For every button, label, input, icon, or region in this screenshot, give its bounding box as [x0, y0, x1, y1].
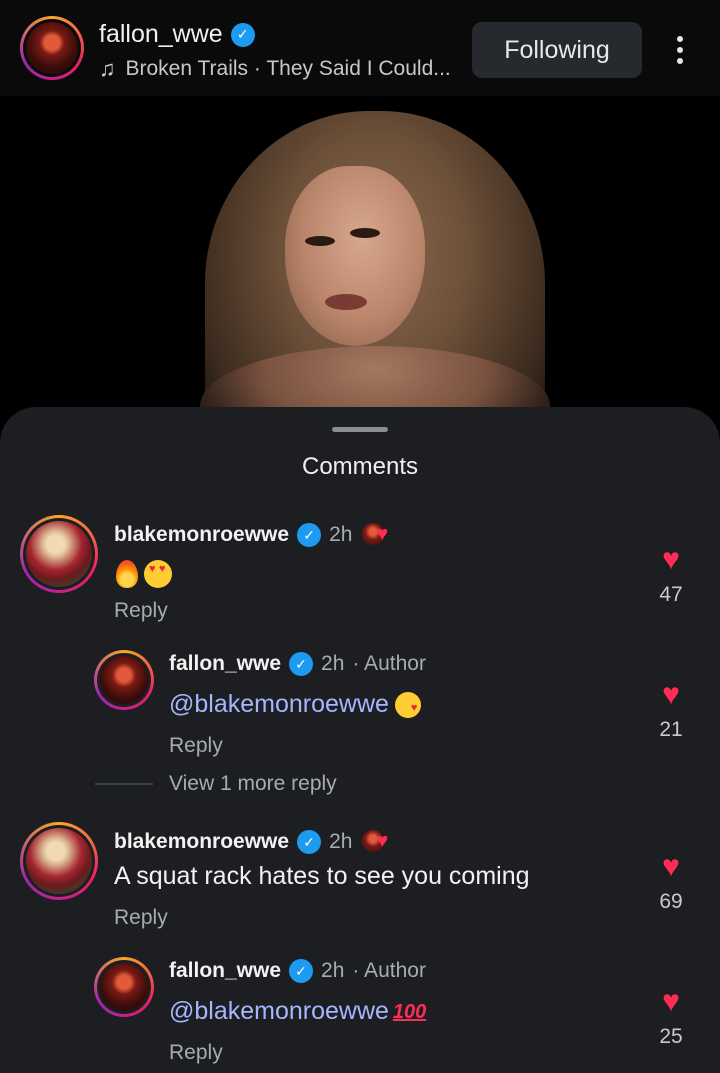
- like-count: 25: [659, 1025, 683, 1048]
- post-image[interactable]: [0, 96, 720, 426]
- following-button[interactable]: Following: [472, 22, 642, 78]
- comments-sheet: Comments blakemonroewwe ✓ 2h ♥ Reply ♥ 4…: [0, 407, 720, 1073]
- view-more-label[interactable]: View 1 more reply: [169, 772, 337, 796]
- fire-emoji-icon: [116, 560, 138, 589]
- comment-text: @blakemonroewwe: [169, 690, 421, 719]
- liked-by-author-icon: ♥: [360, 828, 396, 856]
- commenter-avatar[interactable]: [20, 515, 98, 593]
- comment-text: @blakemonroewwe 100: [169, 997, 426, 1026]
- verified-badge-icon: ✓: [289, 652, 314, 676]
- reply-button[interactable]: Reply: [169, 734, 223, 758]
- kiss-emoji-icon: [394, 692, 421, 719]
- commenter-avatar[interactable]: [94, 957, 154, 1017]
- comment-time: 2h: [321, 652, 345, 675]
- sheet-title: Comments: [301, 453, 419, 480]
- commenter-avatar[interactable]: [20, 822, 98, 900]
- like-button[interactable]: ♥ 25: [646, 987, 696, 1049]
- comment-header: blakemonroewwe ✓ 2h ♥: [114, 828, 396, 856]
- reply-button[interactable]: Reply: [114, 599, 168, 623]
- author-username[interactable]: fallon_wwe: [99, 20, 223, 49]
- like-count: 47: [659, 583, 683, 606]
- verified-badge-icon: ✓: [289, 959, 314, 983]
- author-label: · Author: [352, 959, 426, 982]
- post-header: fallon_wwe ✓ ♫ Broken Trails · They Said…: [0, 0, 720, 96]
- hundred-emoji-icon: 100: [392, 1000, 427, 1023]
- comment-header: fallon_wwe ✓ 2h · Author: [169, 652, 426, 676]
- mention-link[interactable]: @blakemonroewwe: [169, 690, 389, 718]
- comment-username[interactable]: blakemonroewwe: [114, 830, 289, 854]
- comment-header: blakemonroewwe ✓ 2h ♥: [114, 521, 396, 549]
- heart-icon: ♥: [662, 850, 680, 883]
- like-count: 69: [659, 890, 683, 913]
- verified-badge-icon: ✓: [297, 523, 322, 547]
- comment-username[interactable]: blakemonroewwe: [114, 523, 289, 547]
- comment-time: 2h: [321, 959, 345, 982]
- divider-line: [95, 783, 153, 785]
- heart-icon: ♥: [662, 543, 680, 576]
- mention-link[interactable]: @blakemonroewwe: [169, 997, 389, 1025]
- photo-lips: [325, 294, 367, 310]
- comment-time: 2h: [329, 830, 353, 853]
- author-name-row[interactable]: fallon_wwe ✓: [99, 20, 255, 49]
- verified-badge-icon: ✓: [230, 22, 255, 47]
- comment-text: [116, 559, 172, 589]
- heart-icon: ♥: [662, 985, 680, 1018]
- liked-by-author-icon: ♥: [360, 521, 396, 549]
- comment-header: fallon_wwe ✓ 2h · Author: [169, 959, 426, 983]
- photo-face: [285, 166, 425, 346]
- like-button[interactable]: ♥ 47: [646, 545, 696, 607]
- avatar-image: [26, 22, 78, 74]
- like-button[interactable]: ♥ 69: [646, 852, 696, 914]
- author-avatar[interactable]: [20, 16, 84, 80]
- photo-eye: [350, 228, 380, 238]
- reply-button[interactable]: Reply: [114, 906, 168, 930]
- like-count: 21: [659, 718, 683, 741]
- commenter-avatar[interactable]: [94, 650, 154, 710]
- view-more-replies[interactable]: View 1 more reply: [95, 772, 337, 796]
- music-title[interactable]: Broken Trails · They Said I Could...: [126, 57, 451, 81]
- music-note-icon: ♫: [99, 56, 116, 81]
- heart-eyes-emoji-icon: [144, 560, 172, 589]
- comment-username[interactable]: fallon_wwe: [169, 959, 281, 983]
- drag-handle[interactable]: [332, 427, 388, 432]
- comment-time: 2h: [329, 523, 353, 546]
- verified-badge-icon: ✓: [297, 830, 322, 854]
- like-button[interactable]: ♥ 21: [646, 680, 696, 742]
- music-row[interactable]: ♫ Broken Trails · They Said I Could...: [99, 56, 451, 82]
- reply-button[interactable]: Reply: [169, 1041, 223, 1065]
- more-options-icon[interactable]: [670, 32, 690, 68]
- photo-eye: [305, 236, 335, 246]
- heart-icon: ♥: [662, 678, 680, 711]
- author-label: · Author: [352, 652, 426, 675]
- comment-text: A squat rack hates to see you coming: [114, 862, 530, 890]
- comment-username[interactable]: fallon_wwe: [169, 652, 281, 676]
